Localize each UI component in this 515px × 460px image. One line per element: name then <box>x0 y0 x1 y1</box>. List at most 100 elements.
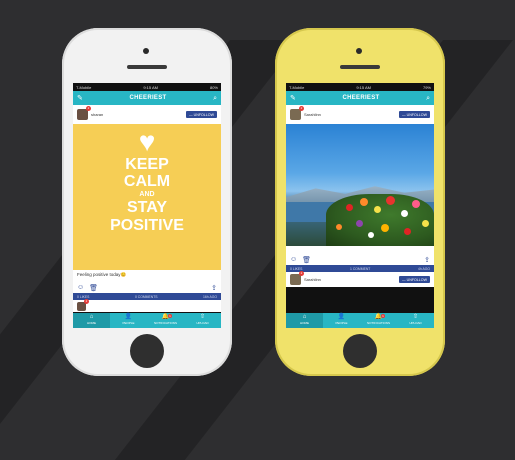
tab-label: PEOPLE <box>122 321 135 325</box>
battery-label: 80% <box>209 84 218 90</box>
home-icon: ⌂ <box>302 314 307 320</box>
post-photo[interactable] <box>286 124 434 246</box>
likes-count[interactable]: 0 LIKES <box>77 295 89 299</box>
tab-home[interactable]: ⌂ HOME <box>73 313 110 328</box>
left-screen: T-Mobile 9:15 AM 80% ✎ CHEERIEST ⌕ 2 sha… <box>73 83 221 328</box>
trash-icon[interactable]: 🗑 <box>89 284 98 292</box>
avatar-badge: 2 <box>86 106 91 111</box>
flower <box>401 210 408 217</box>
tab-label: UPLOAD <box>196 321 209 325</box>
top-nav: ✎ CHEERIEST ⌕ <box>286 91 434 105</box>
avatar[interactable]: 2 <box>77 298 89 311</box>
poster-line-2: CALM <box>123 173 171 190</box>
comments-count[interactable]: 0 COMMENTS <box>135 295 158 299</box>
bell-icon: 🔔 <box>161 314 170 320</box>
flower <box>386 196 395 205</box>
username[interactable]: sharan <box>91 112 186 117</box>
status-time: 9:15 AM <box>356 84 371 90</box>
flower <box>381 224 389 232</box>
status-bar: T-Mobile 9:15 AM 80% <box>73 83 221 91</box>
next-post-header: 2 <box>73 298 221 312</box>
compose-icon[interactable]: ✎ <box>290 95 296 102</box>
avatar[interactable]: 2 <box>290 271 304 285</box>
smile-icon[interactable]: ☺ <box>77 284 84 291</box>
post-stats: 0 LIKES 1 COMMENT 4h AGO <box>286 265 434 272</box>
home-button[interactable] <box>343 334 377 368</box>
avatar[interactable]: 2 <box>290 106 304 120</box>
likes-count[interactable]: 0 LIKES <box>290 267 302 271</box>
right-phone: T-Mobile 9:15 AM 79% ✎ CHEERIEST ⌕ 2 Sar… <box>275 28 445 376</box>
smile-icon[interactable]: ☺ <box>290 256 297 263</box>
poster-line-5: POSITIVE <box>110 217 184 234</box>
trash-icon[interactable]: 🗑 <box>302 256 311 264</box>
tab-label: UPLOAD <box>409 321 422 325</box>
app-title: CHEERIEST <box>342 95 380 101</box>
username[interactable]: Sarahlinn <box>304 112 399 117</box>
tab-people[interactable]: 👤 PEOPLE <box>323 313 360 328</box>
flower <box>356 220 363 227</box>
compose-icon[interactable]: ✎ <box>77 95 83 102</box>
status-time: 9:15 AM <box>143 84 158 90</box>
earpiece-speaker <box>340 65 380 69</box>
earpiece-speaker <box>127 65 167 69</box>
avatar[interactable]: 2 <box>77 106 91 120</box>
username[interactable]: Sarahlinn <box>304 277 399 282</box>
front-camera <box>356 48 362 54</box>
home-icon: ⌂ <box>89 314 94 320</box>
post-header: 2 Sarahlinn — UNFOLLOW <box>286 105 434 124</box>
post-stats: 0 LIKES 0 COMMENTS 16h AGO <box>73 293 221 300</box>
tab-label: HOME <box>87 321 96 325</box>
upload-icon: ⇧ <box>199 314 206 320</box>
unfollow-button[interactable]: — UNFOLLOW <box>399 111 430 118</box>
carrier-label: T-Mobile <box>76 84 92 90</box>
battery-label: 79% <box>422 84 431 90</box>
unfollow-button[interactable]: — UNFOLLOW <box>186 111 217 118</box>
unfollow-button[interactable]: — UNFOLLOW <box>399 276 430 283</box>
front-camera <box>143 48 149 54</box>
next-post-header: 2 Sarahlinn — UNFOLLOW <box>286 271 434 287</box>
bell-icon: 🔔 <box>374 314 383 320</box>
tab-label: NOTIFICATIONS <box>367 321 390 325</box>
tab-upload[interactable]: ⇧ UPLOAD <box>184 313 221 328</box>
flower <box>346 204 353 211</box>
top-nav: ✎ CHEERIEST ⌕ <box>73 91 221 105</box>
share-icon[interactable]: ⇪ <box>424 256 430 264</box>
search-icon[interactable]: ⌕ <box>213 95 217 102</box>
bottom-tab-bar: ⌂ HOME 👤 PEOPLE 🔔 1 NOTIFICATIONS ⇧ UPLOAD <box>286 313 434 328</box>
caption-area <box>286 246 434 254</box>
right-screen: T-Mobile 9:15 AM 79% ✎ CHEERIEST ⌕ 2 Sar… <box>286 83 434 328</box>
notification-badge: 1 <box>381 314 385 318</box>
post-caption: Feeling positive today😊 <box>73 270 221 282</box>
tab-notifications[interactable]: 🔔 1 NOTIFICATIONS <box>147 313 184 328</box>
tab-people[interactable]: 👤 PEOPLE <box>110 313 147 328</box>
heart-icon: ♥ <box>138 126 156 157</box>
post-header: 2 sharan — UNFOLLOW <box>73 105 221 124</box>
poster-line-3: AND <box>139 191 155 198</box>
home-button[interactable] <box>130 334 164 368</box>
tab-upload[interactable]: ⇧ UPLOAD <box>397 313 434 328</box>
post-image[interactable]: ♥ KEEP CALM AND STAY POSITIVE <box>73 124 221 270</box>
status-bar: T-Mobile 9:15 AM 79% <box>286 83 434 91</box>
people-icon: 👤 <box>337 314 346 320</box>
post-actions: ☺ 🗑 ⇪ <box>73 282 221 293</box>
post-age: 16h AGO <box>203 294 217 299</box>
post-age: 4h AGO <box>417 266 430 271</box>
tab-label: HOME <box>300 321 309 325</box>
avatar-badge: 2 <box>299 106 304 111</box>
comments-count[interactable]: 1 COMMENT <box>350 267 370 271</box>
search-icon[interactable]: ⌕ <box>426 95 430 102</box>
avatar-badge: 2 <box>299 271 304 276</box>
flower <box>412 200 420 208</box>
people-icon: 👤 <box>124 314 133 320</box>
flower <box>422 220 429 227</box>
tab-notifications[interactable]: 🔔 1 NOTIFICATIONS <box>360 313 397 328</box>
notification-badge: 1 <box>168 314 172 318</box>
flower <box>368 232 374 238</box>
carrier-label: T-Mobile <box>289 84 305 90</box>
share-icon[interactable]: ⇪ <box>211 284 217 292</box>
flower <box>374 206 381 213</box>
flower <box>404 228 411 235</box>
poster-line-4: STAY <box>126 199 167 216</box>
upload-icon: ⇧ <box>412 314 419 320</box>
tab-home[interactable]: ⌂ HOME <box>286 313 323 328</box>
